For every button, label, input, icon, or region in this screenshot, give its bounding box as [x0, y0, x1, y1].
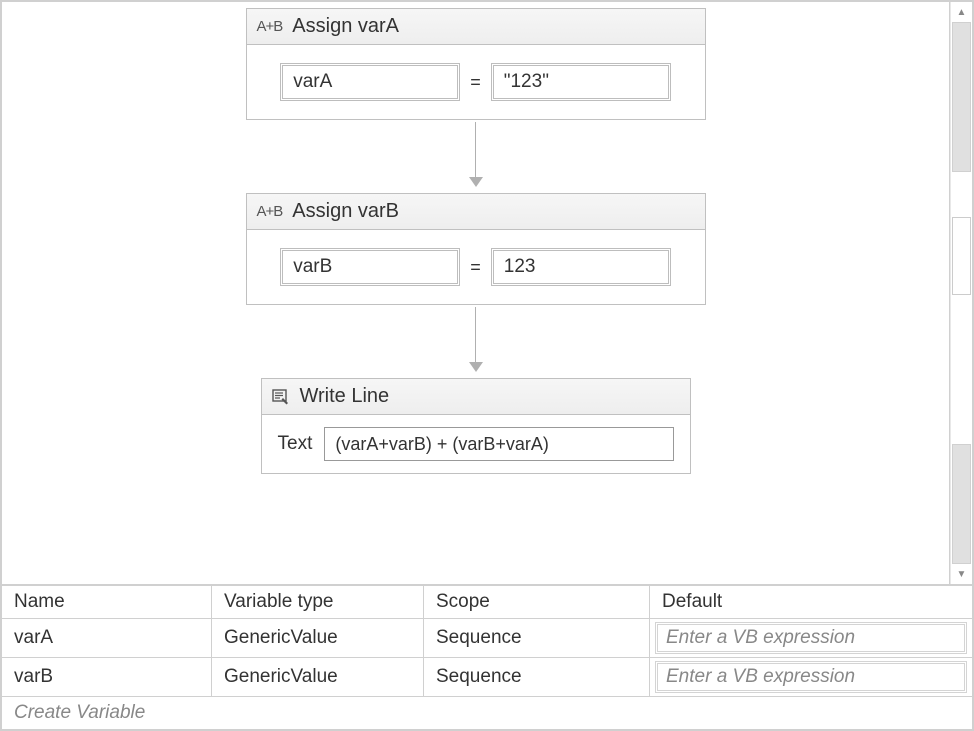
activity-body: =: [247, 230, 705, 304]
workflow-designer-frame: A+B Assign varA = A+B Assign varB: [0, 0, 974, 731]
var-type-cell[interactable]: GenericValue: [212, 658, 424, 696]
flow-arrow: [469, 307, 483, 372]
assign-activity-vara[interactable]: A+B Assign varA =: [246, 8, 706, 120]
scrollbar-track[interactable]: [951, 22, 972, 564]
col-header-type[interactable]: Variable type: [212, 586, 424, 618]
scroll-down-arrow-icon[interactable]: ▼: [951, 564, 972, 584]
activity-header[interactable]: A+B Assign varA: [247, 9, 705, 45]
variable-row[interactable]: varB GenericValue Sequence Enter a VB ex…: [2, 658, 972, 697]
assign-lhs-input[interactable]: [280, 248, 460, 286]
equals-sign: =: [468, 72, 483, 93]
assign-lhs-input[interactable]: [280, 63, 460, 101]
activity-body: Text: [262, 415, 690, 473]
assign-icon: A+B: [257, 18, 283, 35]
scrollbar-thumb[interactable]: [952, 444, 971, 564]
activity-header[interactable]: A+B Assign varB: [247, 194, 705, 230]
var-scope-cell[interactable]: Sequence: [424, 658, 650, 696]
equals-sign: =: [468, 257, 483, 278]
designer-canvas-area: A+B Assign varA = A+B Assign varB: [2, 2, 972, 584]
var-default-cell[interactable]: Enter a VB expression: [650, 658, 972, 696]
var-default-cell[interactable]: Enter a VB expression: [650, 619, 972, 657]
scrollbar-thumb[interactable]: [952, 22, 971, 172]
vertical-scrollbar[interactable]: ▲ ▼: [950, 2, 972, 584]
default-placeholder: Enter a VB expression: [666, 666, 855, 688]
variables-panel: Name Variable type Scope Default varA Ge…: [2, 584, 972, 729]
writeline-activity[interactable]: Write Line Text: [261, 378, 691, 474]
var-type-cell[interactable]: GenericValue: [212, 619, 424, 657]
variable-row[interactable]: varA GenericValue Sequence Enter a VB ex…: [2, 619, 972, 658]
activity-title: Assign varA: [292, 15, 399, 38]
assign-icon: A+B: [257, 203, 283, 220]
activity-title: Assign varB: [292, 200, 399, 223]
designer-canvas[interactable]: A+B Assign varA = A+B Assign varB: [2, 2, 950, 584]
flow-arrow: [469, 122, 483, 187]
assign-rhs-input[interactable]: [491, 63, 671, 101]
writeline-icon: [272, 389, 290, 405]
col-header-default[interactable]: Default: [650, 586, 972, 618]
activity-body: =: [247, 45, 705, 119]
scrollbar-thumb[interactable]: [952, 217, 971, 295]
var-scope-cell[interactable]: Sequence: [424, 619, 650, 657]
activity-title: Write Line: [300, 385, 390, 408]
default-placeholder: Enter a VB expression: [666, 627, 855, 649]
assign-rhs-input[interactable]: [491, 248, 671, 286]
var-name-cell[interactable]: varB: [2, 658, 212, 696]
col-header-name[interactable]: Name: [2, 586, 212, 618]
activity-header[interactable]: Write Line: [262, 379, 690, 415]
var-name-cell[interactable]: varA: [2, 619, 212, 657]
col-header-scope[interactable]: Scope: [424, 586, 650, 618]
variables-header-row: Name Variable type Scope Default: [2, 586, 972, 619]
assign-activity-varb[interactable]: A+B Assign varB =: [246, 193, 706, 305]
text-label: Text: [278, 433, 313, 455]
create-variable-link[interactable]: Create Variable: [2, 697, 972, 729]
writeline-expression-input[interactable]: [324, 427, 673, 461]
scroll-up-arrow-icon[interactable]: ▲: [951, 2, 972, 22]
